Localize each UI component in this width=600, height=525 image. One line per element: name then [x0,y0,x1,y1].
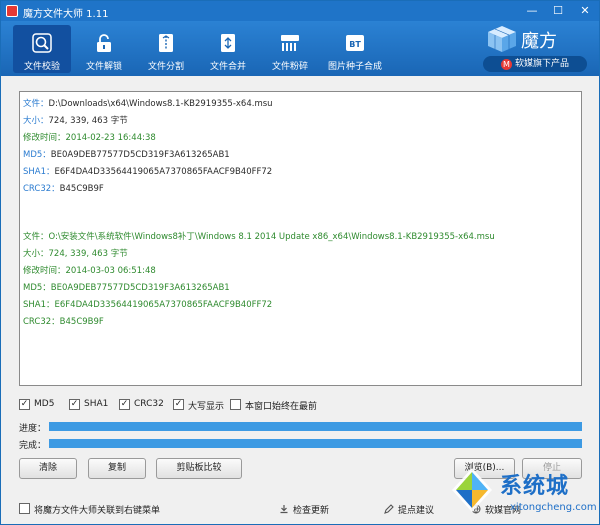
minimize-button[interactable]: — [519,1,545,21]
unlock-icon [97,34,111,52]
checkbox-box[interactable] [230,399,241,410]
title-bar[interactable]: 魔方文件大师 1.11 — ☐ ✕ [1,1,599,21]
checkbox-label: 本窗口始终在最前 [245,402,318,412]
watermark-url: xitongcheng.com [510,502,597,513]
result-mtime-line: 修改时间：2014-02-23 16:44:38 [23,133,156,143]
copy-button[interactable]: 复制 [88,458,146,479]
checkbox-box[interactable]: ✓ [173,399,184,410]
pencil-icon [384,504,394,514]
app-window: 魔方文件大师 1.11 — ☐ ✕ 文件校验 文件解锁 文件分割 文件合并 文件… [0,0,600,525]
tool-label: 文件校验 [23,62,60,72]
bt-icon: BT [346,35,364,51]
app-logo-icon [6,5,18,17]
result-mtime-line: 修改时间：2014-03-03 06:51:48 [23,266,156,276]
close-button[interactable]: ✕ [571,1,599,21]
suggest-label: 提点建议 [398,506,435,516]
result-file-line: 文件：D:\Downloads\x64\Windows8.1-KB2919355… [23,99,273,109]
result-sha1-line: SHA1：E6F4DA4D33564419065A7370865FAACF9B4… [23,167,273,177]
done-bar [49,439,582,448]
done-label: 完成： [19,441,47,451]
checkbox-label: MD5 [34,399,55,409]
suggest-link[interactable]: 提点建议 [384,503,435,516]
cube-logo-icon [488,26,516,52]
watermark-name: 系统城 [500,474,570,499]
brand-tagline: M 软媒旗下产品 [483,56,587,72]
result-sha1-line: SHA1：E6F4DA4D33564419065A7370865FAACF9B4… [23,300,273,310]
result-crc32-line: CRC32：B45C9B9F [23,184,104,194]
checkbox-label: CRC32 [134,399,164,409]
done-bar-fill [49,439,582,448]
checkbox-box[interactable]: ✓ [119,399,130,410]
checkbox-box[interactable]: ✓ [19,399,30,410]
watermark: 系统城 xitongcheng.com [448,462,598,524]
bt-icon-text: BT [349,40,361,49]
ruanmei-logo-icon: M [500,59,512,70]
window-title: 魔方文件大师 1.11 [23,9,109,20]
result-crc32-line: CRC32：B45C9B9F [23,317,104,327]
progress-bar [49,422,582,431]
tool-label: 文件分割 [147,62,184,72]
tool-label: 文件合并 [209,62,246,72]
tool-file-split[interactable]: 文件分割 [137,25,195,73]
watermark-logo-icon [452,468,492,512]
tool-label: 文件粉碎 [271,62,308,72]
progress-label: 进度： [19,424,47,434]
verify-icon [32,33,52,53]
split-icon [159,34,173,52]
tool-file-shred[interactable]: 文件粉碎 [261,25,319,73]
brand-tagline-text: 软媒旗下产品 [514,59,569,69]
maximize-button[interactable]: ☐ [545,1,571,21]
tool-file-verify[interactable]: 文件校验 [13,25,71,73]
result-size-line: 大小：724, 339, 463 字节 [23,116,128,126]
merge-icon [221,34,235,52]
checkbox-label: 大写显示 [188,402,225,412]
result-file-line: 文件：O:\安装文件\系统软件\Windows8补丁\Windows 8.1 2… [23,232,495,242]
tool-label: 文件解锁 [85,62,122,72]
checkbox-box[interactable]: ✓ [69,399,80,410]
progress-bar-fill [49,422,582,431]
result-size-line: 大小：724, 339, 463 字节 [23,249,128,259]
tool-label: 图片种子合成 [327,62,382,72]
shred-icon [281,35,299,51]
tool-image-torrent[interactable]: BT 图片种子合成 [323,25,387,73]
checkbox-box[interactable] [19,503,30,514]
result-md5-line: MD5：BE0A9DEB77577D5CD319F3A613265AB1 [23,283,230,293]
update-icon [280,505,288,514]
results-text-area[interactable]: 文件：D:\Downloads\x64\Windows8.1-KB2919355… [19,91,582,386]
checkbox-label: SHA1 [84,399,109,409]
brand-name: 魔方 [521,31,557,52]
clear-button[interactable]: 清除 [19,458,77,479]
tool-file-unlock[interactable]: 文件解锁 [75,25,133,73]
result-md5-line: MD5：BE0A9DEB77577D5CD319F3A613265AB1 [23,150,230,160]
checkbox-label: 将魔方文件大师关联到右键菜单 [34,506,161,516]
clipboard-compare-button[interactable]: 剪贴板比较 [156,458,242,479]
check-update-label: 检查更新 [293,506,330,516]
check-update-link[interactable]: 检查更新 [279,503,330,516]
tool-file-merge[interactable]: 文件合并 [199,25,257,73]
brand-logo: 魔方 M 软媒旗下产品 [481,25,591,75]
